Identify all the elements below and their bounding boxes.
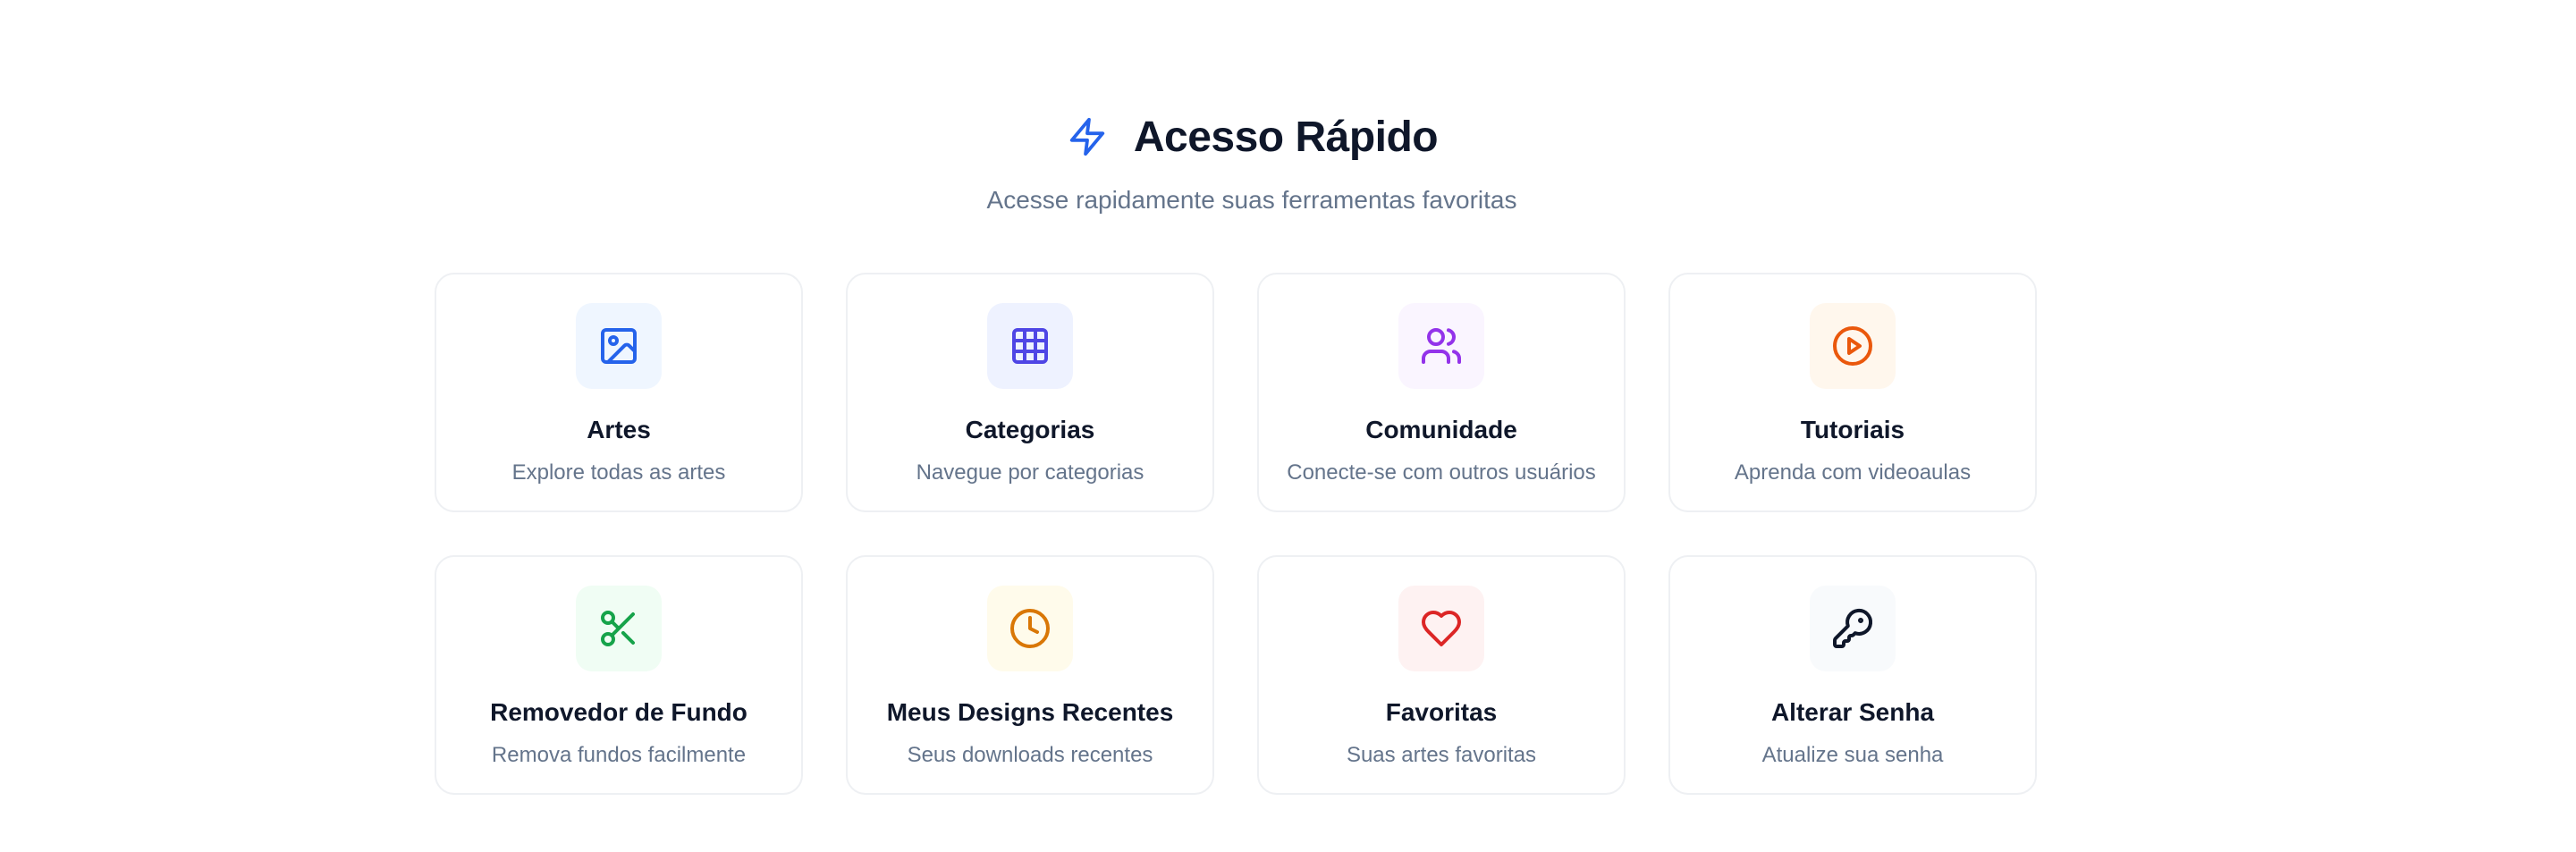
card-description: Atualize sua senha	[1761, 743, 1944, 767]
card-title: Favoritas	[1385, 698, 1498, 726]
grid-icon	[1012, 328, 1048, 364]
card-description: Conecte-se com outros usuários	[1287, 460, 1596, 485]
lightning-icon	[1066, 112, 1109, 162]
card-description: Aprenda com videoaulas	[1734, 460, 1972, 485]
clock-icon	[1010, 609, 1050, 648]
play-circle-icon	[1833, 326, 1872, 366]
card-categorias[interactable]: Categorias Navegue por categorias	[846, 273, 1214, 512]
card-removedor-de-fundo[interactable]: Removedor de Fundo Remova fundos facilme…	[435, 555, 803, 795]
card-icon-box	[1398, 586, 1484, 671]
card-title: Artes	[587, 416, 651, 443]
page-subtitle: Acesse rapidamente suas ferramentas favo…	[986, 186, 1517, 214]
quick-access-grid: Artes Explore todas as artes Categorias …	[435, 273, 2037, 795]
card-icon-box	[1810, 303, 1896, 389]
card-tutoriais[interactable]: Tutoriais Aprenda com videoaulas	[1668, 273, 2037, 512]
card-icon-box	[1398, 303, 1484, 389]
card-description: Remova fundos facilmente	[491, 743, 747, 767]
card-title: Removedor de Fundo	[490, 698, 747, 726]
card-icon-box	[1810, 586, 1896, 671]
card-description: Explore todas as artes	[511, 460, 726, 485]
users-icon	[1422, 328, 1461, 364]
heart-icon	[1422, 611, 1461, 646]
card-icon-box	[576, 586, 662, 671]
card-meus-designs-recentes[interactable]: Meus Designs Recentes Seus downloads rec…	[846, 555, 1214, 795]
card-description: Seus downloads recentes	[907, 743, 1153, 767]
card-title: Comunidade	[1365, 416, 1517, 443]
card-description: Suas artes favoritas	[1346, 743, 1537, 767]
page-title: Acesso Rápido	[1133, 113, 1439, 161]
card-title: Categorias	[965, 416, 1095, 443]
key-icon	[1833, 609, 1872, 648]
card-description: Navegue por categorias	[916, 460, 1144, 485]
title-row: Acesso Rápido	[0, 105, 2504, 168]
card-artes[interactable]: Artes Explore todas as artes	[435, 273, 803, 512]
card-icon-box	[576, 303, 662, 389]
card-icon-box	[987, 586, 1073, 671]
section-header: Acesso Rápido Acesse rapidamente suas fe…	[0, 105, 2504, 215]
card-title: Tutoriais	[1800, 416, 1905, 443]
card-title: Meus Designs Recentes	[886, 698, 1174, 726]
card-title: Alterar Senha	[1770, 698, 1935, 726]
quick-access-section: Acesso Rápido Acesse rapidamente suas fe…	[0, 0, 2576, 852]
card-icon-box	[987, 303, 1073, 389]
scissors-icon	[601, 611, 635, 646]
card-comunidade[interactable]: Comunidade Conecte-se com outros usuário…	[1257, 273, 1626, 512]
card-alterar-senha[interactable]: Alterar Senha Atualize sua senha	[1668, 555, 2037, 795]
card-favoritas[interactable]: Favoritas Suas artes favoritas	[1257, 555, 1626, 795]
image-icon	[601, 328, 637, 364]
